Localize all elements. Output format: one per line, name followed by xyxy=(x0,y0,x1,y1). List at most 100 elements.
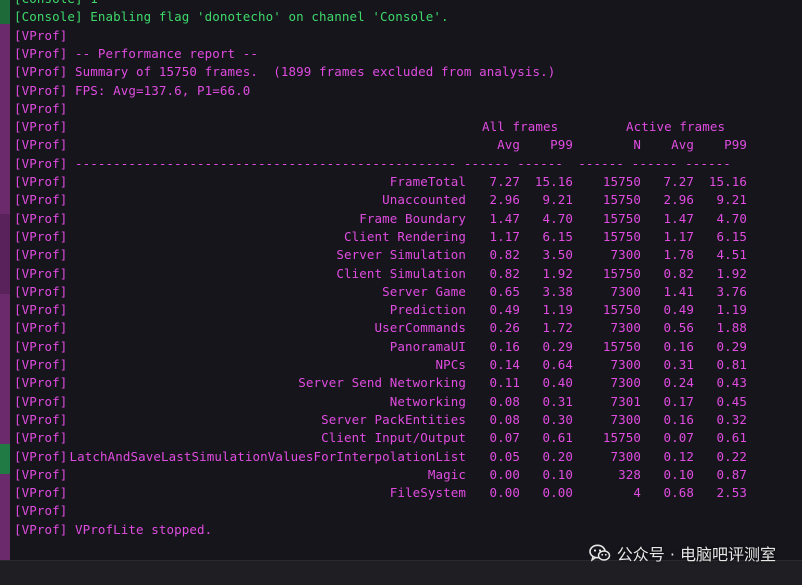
cell-n: 15750 xyxy=(602,210,641,226)
report-header-line: [VProf] -- Performance report -- xyxy=(14,45,802,63)
cell-ap99: 3.76 xyxy=(716,283,747,299)
cell-avg: 0.05 xyxy=(489,448,520,464)
cell-n: 7301 xyxy=(610,393,641,409)
cell-p99: 0.61 xyxy=(542,430,573,446)
cell-n: 328 xyxy=(618,466,641,482)
cell-p99: 6.15 xyxy=(542,228,573,244)
gutter-segment xyxy=(0,474,10,560)
vprof-prefix: [VProf] xyxy=(14,265,68,281)
vprof-prefix: [VProf] xyxy=(14,357,68,372)
cell-ap99: 4.70 xyxy=(716,210,747,226)
cell-ap99: 0.29 xyxy=(716,338,747,354)
cell-aavg: 1.41 xyxy=(663,283,694,299)
cell-p99: 0.10 xyxy=(542,466,573,482)
report-summary-line: [VProf] Summary of 15750 frames. (1899 f… xyxy=(14,63,802,81)
gutter-segment xyxy=(0,214,10,294)
vprof-prefix: [VProf] xyxy=(14,228,68,244)
console-line: [Console] 1 xyxy=(14,0,802,8)
cell-p99: 15.16 xyxy=(534,174,573,189)
vprof-prefix: [VProf] xyxy=(14,393,68,409)
cell-n: 15750 xyxy=(602,430,641,446)
table-row: [VProf] LatchAndSaveLastSimulationValuesF… xyxy=(14,448,802,466)
table-row: [VProf] Prediction 0.49 1.19 15750 0.49 1.19 xyxy=(14,301,802,319)
cell-ap99: 6.15 xyxy=(716,228,747,244)
watermark-text: 公众号 · 电脑吧评测室 xyxy=(616,545,776,564)
vprof-prefix: [VProf] xyxy=(14,45,68,61)
cell-p99: 0.31 xyxy=(542,393,573,409)
table-row: [VProf] FrameTotal 7.27 15.16 15750 7.27 15.16 xyxy=(14,173,802,191)
cell-ap99: 0.43 xyxy=(716,375,747,391)
table-column-header: [VProf] Avg P99 N Avg P99 xyxy=(14,136,802,154)
vprof-prefix: [VProf] xyxy=(14,137,68,153)
vprof-blank-line: [VProf] xyxy=(14,27,802,45)
cell-aavg: 2.96 xyxy=(663,192,694,208)
row-name: Unaccounted xyxy=(382,192,466,208)
cell-ap99: 0.22 xyxy=(716,448,747,464)
table-row: [VProf] FileSystem 0.00 0.00 4 0.68 2.53 xyxy=(14,484,802,502)
table-row: [VProf] Server Game 0.65 3.38 7300 1.41 3.76 xyxy=(14,283,802,301)
vprof-prefix: [VProf] xyxy=(14,247,68,263)
cell-avg: 1.47 xyxy=(489,210,520,226)
gutter-segment xyxy=(0,0,10,24)
cell-ap99: 4.51 xyxy=(716,247,747,263)
cell-avg: 0.14 xyxy=(489,357,520,372)
row-name: Server Game xyxy=(382,283,466,299)
vprof-prefix: [VProf] xyxy=(14,466,68,482)
report-fps-line: [VProf] FPS: Avg=137.6, P1=66.0 xyxy=(14,82,802,100)
cell-n: 7300 xyxy=(610,357,641,372)
cell-ap99: 0.87 xyxy=(716,466,747,482)
report-summary: Summary of 15750 frames. (1899 frames ex… xyxy=(67,64,556,80)
cell-n: 15750 xyxy=(602,228,641,244)
cell-aavg: 1.47 xyxy=(663,210,694,226)
vprof-prefix: [VProf] xyxy=(14,174,68,189)
col-n: N xyxy=(633,137,641,153)
col-active-p99: P99 xyxy=(724,137,747,153)
cell-n: 7300 xyxy=(610,411,641,427)
table-row: [VProf] Server Send Networking 0.11 0.40 730… xyxy=(14,374,802,392)
cell-n: 7300 xyxy=(610,375,641,391)
row-name: FrameTotal xyxy=(389,174,466,189)
table-row: [VProf] Magic 0.00 0.10 328 0.10 0.87 xyxy=(14,466,802,484)
cell-aavg: 0.68 xyxy=(663,485,694,501)
cell-ap99: 0.61 xyxy=(716,430,747,446)
vprof-prefix: [VProf] xyxy=(14,82,68,98)
row-name: Client Rendering xyxy=(343,228,466,244)
cell-ap99: 0.45 xyxy=(716,393,747,409)
table-row: [VProf] Client Rendering 1.17 6.15 15750 1.17… xyxy=(14,228,802,246)
vprof-prefix: [VProf] xyxy=(14,283,68,299)
vprof-prefix: [VProf] xyxy=(14,192,68,208)
row-name: Networking xyxy=(389,393,466,409)
row-name: UserCommands xyxy=(374,320,466,336)
gutter-segment xyxy=(0,24,10,214)
col-active-avg: Avg xyxy=(671,137,694,153)
watermark: 公众号 · 电脑吧评测室 xyxy=(588,539,776,567)
row-name: Magic xyxy=(427,466,466,482)
cell-n: 7300 xyxy=(610,448,641,464)
cell-ap99: 0.81 xyxy=(716,357,747,372)
cell-aavg: 1.17 xyxy=(663,228,694,244)
vprof-prefix: [VProf] xyxy=(14,411,68,427)
cell-ap99: 2.53 xyxy=(716,485,747,501)
cell-aavg: 0.82 xyxy=(663,265,694,281)
cell-n: 15750 xyxy=(602,192,641,208)
table-row: [VProf] PanoramaUI 0.16 0.29 15750 0.16 0.29 xyxy=(14,338,802,356)
cell-p99: 0.30 xyxy=(542,411,573,427)
cell-aavg: 1.78 xyxy=(663,247,694,263)
row-name: LatchAndSaveLastSimulationValuesForInter… xyxy=(69,448,466,464)
vprof-prefix: [VProf] xyxy=(14,64,68,80)
cell-avg: 1.17 xyxy=(489,228,520,244)
vprof-blank-line: [VProf] xyxy=(14,100,802,118)
vprof-prefix: [VProf] xyxy=(14,119,68,135)
vprof-prefix: [VProf] xyxy=(14,100,68,116)
cell-aavg: 0.31 xyxy=(663,357,694,372)
cell-avg: 7.27 xyxy=(489,174,520,189)
cell-aavg: 0.07 xyxy=(663,430,694,446)
cell-avg: 0.11 xyxy=(489,375,520,391)
table-row: [VProf] Server Simulation 0.82 3.50 7300 1.78… xyxy=(14,246,802,264)
col-avg: Avg xyxy=(497,137,520,153)
cell-avg: 0.82 xyxy=(489,265,520,281)
cell-n: 7300 xyxy=(610,283,641,299)
gutter-segment xyxy=(0,444,10,474)
row-name: Prediction xyxy=(389,302,466,318)
line-gutter xyxy=(0,0,10,560)
